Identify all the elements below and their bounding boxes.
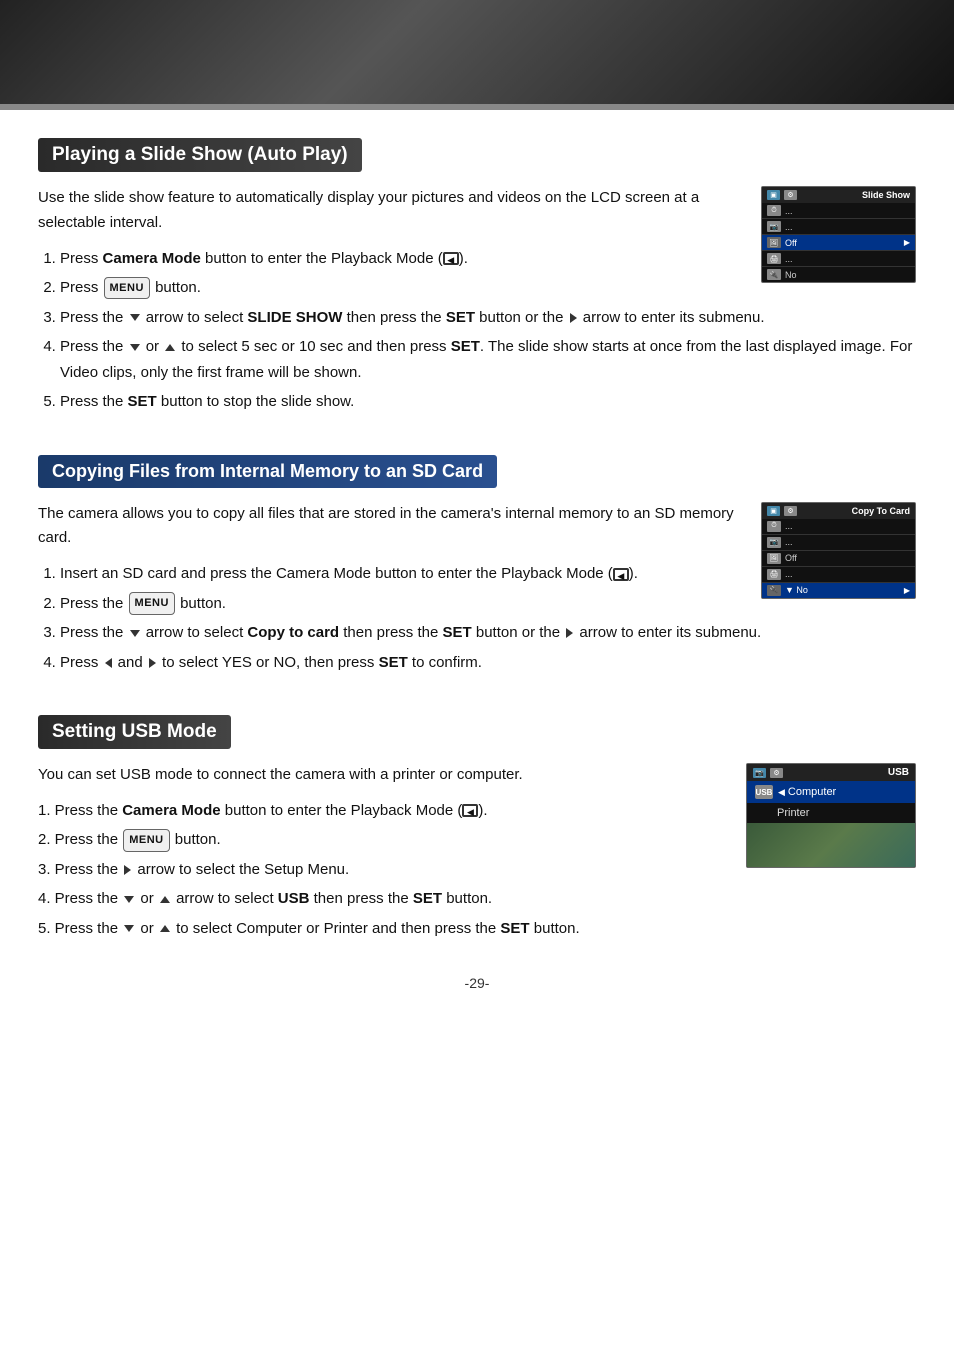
panel-row-4: 🖨 ...: [762, 251, 915, 267]
usb-heading: Setting USB Mode: [38, 715, 231, 749]
page-content: Playing a Slide Show (Auto Play) ▣ ⚙ Sli…: [0, 110, 954, 1031]
usb-panel-settings-icon: ⚙: [770, 768, 783, 778]
up-arrow-icon-3: [160, 925, 170, 932]
usb-computer-label: Computer: [788, 786, 836, 798]
copyfiles-content: ▣ ⚙ Copy To Card ⏱ ... 📷 ... 🖼: [38, 502, 916, 686]
usb-content: 📷 ⚙ USB USB ◀ Computer Printer: [38, 763, 916, 945]
down-arrow-icon-2: [130, 344, 140, 351]
menu-btn-icon: MENU: [104, 277, 150, 300]
up-arrow-icon-2: [160, 896, 170, 903]
panel-row-1: ⏱ ...: [762, 203, 915, 219]
menu-btn-icon-2: MENU: [129, 592, 175, 615]
down-arrow-icon-4: [124, 896, 134, 903]
usb-panel-title: USB: [888, 767, 909, 778]
copyfiles-heading: Copying Files from Internal Memory to an…: [38, 455, 497, 488]
slideshow-step-4: Press the or to select 5 sec or 10 sec a…: [60, 334, 916, 385]
panel-row-5: 🔌 No: [762, 267, 915, 282]
usb-menu-panel: 📷 ⚙ USB USB ◀ Computer Printer: [746, 763, 916, 868]
copyfiles-panel-settings-icon: ⚙: [784, 506, 797, 516]
slideshow-heading: Playing a Slide Show (Auto Play): [38, 138, 362, 172]
panel-row-2: 📷 ...: [762, 219, 915, 235]
usb-printer-label: Printer: [777, 807, 809, 819]
down-arrow-icon-3: [130, 630, 140, 637]
right-arrow-icon: [570, 313, 577, 323]
right-arrow-icon-3: [149, 658, 156, 668]
copyfiles-step-4: Press and to select YES or NO, then pres…: [60, 650, 916, 676]
down-arrow-icon-5: [124, 925, 134, 932]
copyfiles-panel-camera-icon: ▣: [767, 506, 780, 516]
copyfiles-panel-title: Copy To Card: [852, 506, 910, 516]
usb-panel-preview-image: [747, 823, 915, 867]
copyfiles-menu-panel: ▣ ⚙ Copy To Card ⏱ ... 📷 ... 🖼: [761, 502, 916, 599]
panel-settings-icon: ⚙: [784, 190, 797, 200]
slideshow-menu-panel: ▣ ⚙ Slide Show ⏱ ... 📷 ... 🖼: [761, 186, 916, 283]
copyfiles-panel-row-4: 🖨 ...: [762, 567, 915, 583]
up-arrow-icon: [165, 344, 175, 351]
copyfiles-panel-row-3: 🖼 Off: [762, 551, 915, 567]
slideshow-step-3: Press the arrow to select SLIDE SHOW the…: [60, 305, 916, 331]
copyfiles-step-3: Press the arrow to select Copy to card t…: [60, 620, 916, 646]
copyfiles-section: Copying Files from Internal Memory to an…: [38, 455, 916, 686]
usb-panel-camera-icon: 📷: [753, 768, 766, 778]
slideshow-panel-title: Slide Show: [862, 190, 910, 200]
right-arrow-icon-2: [566, 628, 573, 638]
copyfiles-panel-row-1: ⏱ ...: [762, 519, 915, 535]
usb-panel-row-printer: Printer: [747, 803, 915, 823]
down-arrow-icon: [130, 314, 140, 321]
page-number: -29-: [38, 975, 916, 991]
usb-section: Setting USB Mode 📷 ⚙ USB USB ◀ Computer: [38, 715, 916, 945]
slideshow-section: Playing a Slide Show (Auto Play) ▣ ⚙ Sli…: [38, 138, 916, 425]
usb-panel-row-usb-icon: USB ◀ Computer: [747, 781, 915, 803]
panel-row-3-highlighted: 🖼 Off ▶: [762, 235, 915, 251]
right-arrow-icon-4: [124, 865, 131, 875]
usb-step-4: 4. Press the or arrow to select USB then…: [38, 886, 916, 912]
usb-step-5: 5. Press the or to select Computer or Pr…: [38, 916, 916, 942]
left-arrow-icon: [105, 658, 112, 668]
copyfiles-panel-row-5-highlighted: 🔌 ▼ No ▶: [762, 583, 915, 598]
copyfiles-panel-row-2: 📷 ...: [762, 535, 915, 551]
top-banner: [0, 0, 954, 110]
panel-camera-icon: ▣: [767, 190, 780, 200]
slideshow-content: ▣ ⚙ Slide Show ⏱ ... 📷 ... 🖼: [38, 186, 916, 425]
slideshow-step-5: Press the SET button to stop the slide s…: [60, 389, 916, 415]
menu-btn-icon-3: MENU: [123, 829, 169, 852]
